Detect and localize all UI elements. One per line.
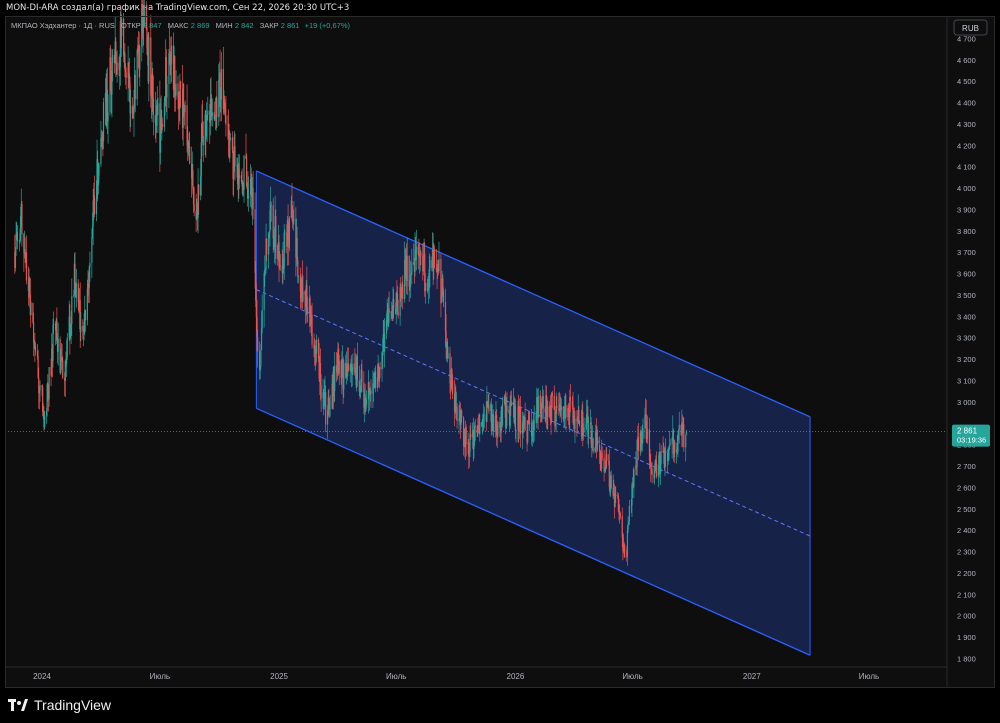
legend-line: МКПАО Хэдхантер · 1Д · RUS ОТКР 2 847 МА… <box>11 21 351 30</box>
x-tick-label: Июль <box>150 672 170 681</box>
y-tick-label: 2 300 <box>957 548 976 557</box>
legend-close-value: 2 861 <box>281 21 300 30</box>
y-tick-label: 3 400 <box>957 312 976 321</box>
y-tick-label: 2 000 <box>957 612 976 621</box>
y-tick-label: 2 700 <box>957 462 976 471</box>
legend-change: +19 (+0,67%) <box>305 21 351 30</box>
y-tick-label: 3 600 <box>957 270 976 279</box>
y-tick-label: 3 900 <box>957 205 976 214</box>
y-tick-label: 2 600 <box>957 483 976 492</box>
price-badge: 2 861 03:19:36 <box>952 424 990 447</box>
y-tick-label: 4 300 <box>957 120 976 129</box>
x-tick-label: Июль <box>622 672 642 681</box>
y-tick-label: 4 200 <box>957 141 976 150</box>
y-tick-label: 3 300 <box>957 334 976 343</box>
brand-name: TradingView <box>34 697 112 713</box>
currency-button-label: RUB <box>962 24 979 33</box>
y-tick-label: 1 800 <box>957 654 976 663</box>
y-tick-label: 2 200 <box>957 569 976 578</box>
y-tick-label: 3 000 <box>957 398 976 407</box>
y-tick-label: 4 000 <box>957 184 976 193</box>
price-badge-countdown: 03:19:36 <box>957 436 986 445</box>
candle <box>136 48 138 106</box>
y-tick-label: 4 600 <box>957 56 976 65</box>
tradingview-logo-icon <box>8 699 28 711</box>
y-tick-label: 3 100 <box>957 376 976 385</box>
legend-symbol: МКПАО Хэдхантер · 1Д · RUS <box>11 21 115 30</box>
y-tick-label: 4 700 <box>957 34 976 43</box>
candle <box>288 215 290 252</box>
price-badge-value: 2 861 <box>957 427 978 436</box>
y-tick-label: 4 400 <box>957 99 976 108</box>
footer: TradingView <box>8 693 111 717</box>
legend-open-label: ОТКР <box>121 21 141 30</box>
y-tick-label: 3 500 <box>957 291 976 300</box>
x-tick-label: 2026 <box>507 672 525 681</box>
legend-open-value: 2 847 <box>143 21 162 30</box>
x-tick-label: 2025 <box>270 672 288 681</box>
legend-low-label: МИН <box>216 21 233 30</box>
x-tick-label: 2027 <box>743 672 761 681</box>
y-tick-label: 3 200 <box>957 355 976 364</box>
y-tick-label: 3 800 <box>957 227 976 236</box>
y-tick-label: 3 700 <box>957 248 976 257</box>
y-axis: 4 700 4 600 4 500 4 400 4 300 4 200 4 100 4 000… <box>946 17 995 687</box>
legend-low-value: 2 842 <box>235 21 254 30</box>
currency-button[interactable]: RUB <box>953 19 988 36</box>
legend-high-value: 2 869 <box>191 21 210 30</box>
legend-high-label: МАКС <box>168 21 190 30</box>
x-tick-label: 2024 <box>33 672 51 681</box>
candle <box>275 209 277 265</box>
y-tick-label: 1 900 <box>957 633 976 642</box>
y-tick-label: 2 100 <box>957 590 976 599</box>
x-tick-label: Июль <box>859 672 879 681</box>
y-tick-label: 2 400 <box>957 526 976 535</box>
x-tick-label: Июль <box>386 672 406 681</box>
y-tick-label: 4 500 <box>957 77 976 86</box>
candle <box>592 437 594 454</box>
candle <box>30 301 32 316</box>
legend-close-label: ЗАКР <box>260 21 279 30</box>
y-tick-label: 4 100 <box>957 163 976 172</box>
price-chart[interactable]: 4 700 4 600 4 500 4 400 4 300 4 200 4 100 4 000… <box>0 0 1000 723</box>
y-tick-label: 2 500 <box>957 505 976 514</box>
